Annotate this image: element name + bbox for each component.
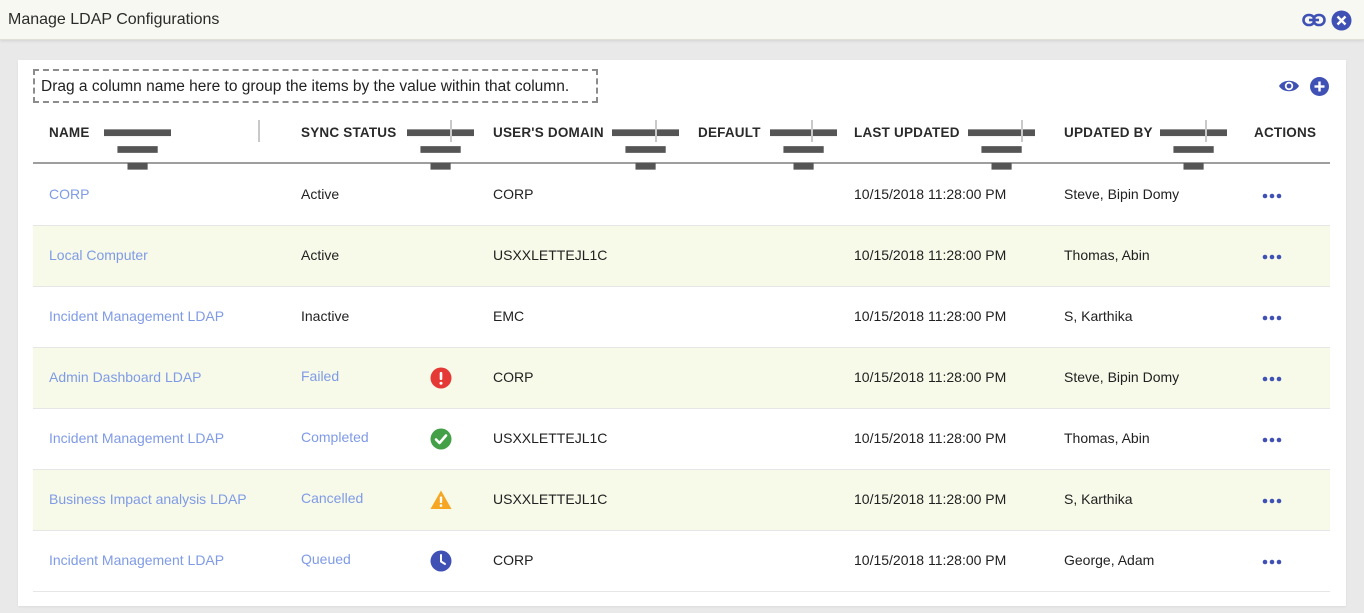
- last-updated-text: 10/15/2018 11:28:00 PM: [854, 247, 1007, 263]
- users-domain-text: CORP: [493, 186, 534, 202]
- ldap-name-link[interactable]: Business Impact analysis LDAP: [49, 470, 247, 530]
- ldap-name-link[interactable]: Incident Management LDAP: [49, 287, 224, 347]
- table-body: CORP Active CORP 10/15/2018 11:28:00 PM …: [33, 165, 1330, 592]
- more-actions-icon[interactable]: [1262, 376, 1282, 382]
- column-header-label: ACTIONS: [1254, 125, 1317, 140]
- column-divider[interactable]: [1205, 120, 1207, 142]
- column-header-sync-status[interactable]: SYNC STATUS: [301, 115, 396, 162]
- table-row: Business Impact analysis LDAP Cancelled …: [33, 470, 1330, 531]
- column-header-default[interactable]: DEFAULT: [698, 115, 761, 162]
- ldap-name-link[interactable]: Incident Management LDAP: [49, 409, 224, 469]
- title-bar: Manage LDAP Configurations: [0, 0, 1364, 40]
- more-actions-icon[interactable]: [1262, 315, 1282, 321]
- updated-by-text: Steve, Bipin Domy: [1064, 186, 1180, 202]
- column-header-label: SYNC STATUS: [301, 125, 397, 140]
- last-updated-text: 10/15/2018 11:28:00 PM: [854, 552, 1007, 568]
- table-row: Incident Management LDAP Queued CORP 10/…: [33, 531, 1330, 592]
- table-row: Local Computer Active USXXLETTEJL1C 10/1…: [33, 226, 1330, 287]
- users-domain-text: USXXLETTEJL1C: [493, 247, 608, 263]
- warning-icon: [430, 490, 452, 509]
- sync-status-link[interactable]: Failed: [301, 348, 339, 408]
- users-domain-text: CORP: [493, 369, 534, 385]
- column-header-label: UPDATED BY: [1064, 125, 1153, 140]
- eye-icon[interactable]: [1278, 78, 1300, 94]
- column-divider[interactable]: [811, 120, 813, 142]
- column-header-label: DEFAULT: [698, 125, 761, 140]
- last-updated-text: 10/15/2018 11:28:00 PM: [854, 186, 1007, 202]
- table-row: Incident Management LDAP Inactive EMC 10…: [33, 287, 1330, 348]
- column-header-users-domain[interactable]: USER'S DOMAIN: [493, 115, 604, 162]
- more-actions-icon[interactable]: [1262, 559, 1282, 565]
- ldap-name-link[interactable]: Incident Management LDAP: [49, 531, 224, 591]
- column-divider[interactable]: [1021, 120, 1023, 142]
- more-actions-icon[interactable]: [1262, 498, 1282, 504]
- column-header-last-updated[interactable]: LAST UPDATED: [854, 115, 960, 162]
- check-circle-icon: [430, 428, 452, 450]
- ldap-grid-card: Drag a column name here to group the ite…: [18, 60, 1346, 606]
- sync-status-link[interactable]: Completed: [301, 409, 369, 469]
- sync-status-text: Active: [301, 247, 340, 263]
- add-icon[interactable]: [1310, 77, 1329, 96]
- clock-icon: [430, 550, 452, 572]
- users-domain-text: USXXLETTEJL1C: [493, 491, 608, 507]
- users-domain-text: EMC: [493, 308, 525, 324]
- column-divider[interactable]: [450, 120, 452, 142]
- last-updated-text: 10/15/2018 11:28:00 PM: [854, 491, 1007, 507]
- last-updated-text: 10/15/2018 11:28:00 PM: [854, 430, 1007, 446]
- column-header-name[interactable]: NAME: [49, 115, 90, 162]
- page-title: Manage LDAP Configurations: [8, 11, 220, 28]
- updated-by-text: Thomas, Abin: [1064, 430, 1150, 446]
- column-header-label: USER'S DOMAIN: [493, 125, 604, 140]
- table-row: CORP Active CORP 10/15/2018 11:28:00 PM …: [33, 165, 1330, 226]
- last-updated-text: 10/15/2018 11:28:00 PM: [854, 308, 1007, 324]
- error-icon: [430, 367, 452, 389]
- sync-status-link[interactable]: Cancelled: [301, 470, 363, 530]
- column-divider[interactable]: [655, 120, 657, 142]
- updated-by-text: Steve, Bipin Domy: [1064, 369, 1180, 385]
- column-divider[interactable]: [258, 120, 260, 142]
- users-domain-text: CORP: [493, 552, 534, 568]
- group-by-drop-zone[interactable]: Drag a column name here to group the ite…: [33, 69, 598, 103]
- column-header-label: LAST UPDATED: [854, 125, 960, 140]
- table-row: Incident Management LDAP Completed USXXL…: [33, 409, 1330, 470]
- column-header-actions: ACTIONS: [1254, 115, 1316, 162]
- more-actions-icon[interactable]: [1262, 437, 1282, 443]
- more-actions-icon[interactable]: [1262, 254, 1282, 260]
- column-header-updated-by[interactable]: UPDATED BY: [1064, 115, 1153, 162]
- updated-by-text: S, Karthika: [1064, 491, 1133, 507]
- users-domain-text: USXXLETTEJL1C: [493, 430, 608, 446]
- table-row: Admin Dashboard LDAP Failed CORP 10/15/2…: [33, 348, 1330, 409]
- more-actions-icon[interactable]: [1262, 193, 1282, 199]
- ldap-name-link[interactable]: Admin Dashboard LDAP: [49, 348, 202, 408]
- updated-by-text: S, Karthika: [1064, 308, 1133, 324]
- updated-by-text: George, Adam: [1064, 552, 1155, 568]
- last-updated-text: 10/15/2018 11:28:00 PM: [854, 369, 1007, 385]
- ldap-name-link[interactable]: CORP: [49, 165, 89, 225]
- close-icon[interactable]: [1331, 10, 1352, 31]
- table-header: NAME SYNC STATUS USER'S DOMAIN DEFAULT L…: [33, 115, 1330, 170]
- sync-status-link[interactable]: Queued: [301, 531, 351, 591]
- sync-status-text: Active: [301, 186, 340, 202]
- sync-status-text: Inactive: [301, 308, 350, 324]
- updated-by-text: Thomas, Abin: [1064, 247, 1150, 263]
- ldap-name-link[interactable]: Local Computer: [49, 226, 148, 286]
- link-icon[interactable]: [1302, 11, 1326, 29]
- column-header-label: NAME: [49, 125, 90, 140]
